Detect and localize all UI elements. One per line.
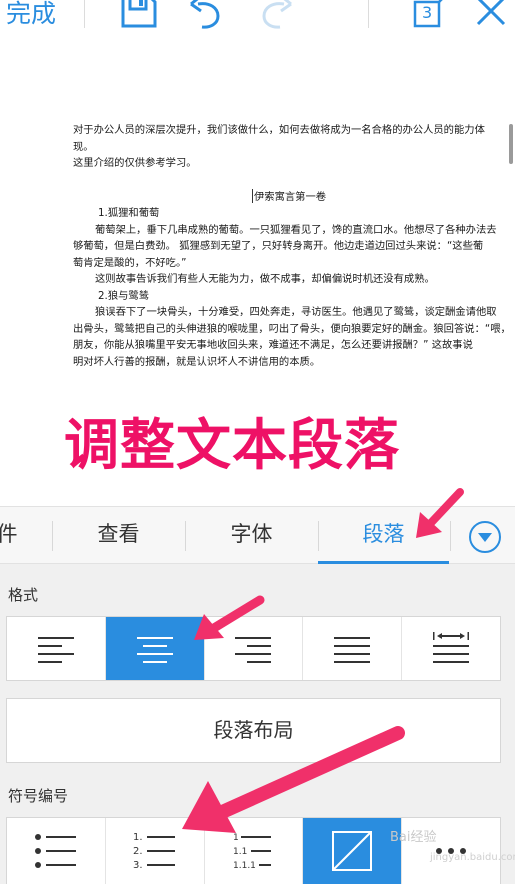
align-justify-icon (334, 636, 371, 663)
numbering-section-label: 符号编号 (8, 787, 69, 805)
multilevel-list-icon: 1 1.1 1.1.1 (233, 833, 272, 871)
align-left-icon (37, 636, 74, 663)
bullet-list-button[interactable] (7, 818, 106, 884)
doc-line: 葡萄架上，垂下几串成熟的葡萄。一只狐狸看见了，馋的直流口水。他想尽了各种办法去 (95, 223, 497, 236)
align-right-icon (235, 636, 272, 663)
done-button[interactable]: 完成 (6, 0, 56, 30)
redo-icon[interactable] (258, 0, 294, 34)
watermark-url: jingyan.baidu.com (430, 852, 515, 863)
save-icon[interactable] (119, 0, 159, 28)
tutorial-caption: 调整文本段落 (64, 413, 401, 477)
align-center-button[interactable] (105, 617, 205, 680)
align-distributed-icon (433, 631, 470, 663)
align-justify-button[interactable] (303, 617, 403, 680)
svg-text:1.1.1: 1.1.1 (233, 861, 256, 871)
paragraph-panel: 格式 段落布局 符号编号 1. 2. 3. 1 1.1 1.1.1 (0, 564, 515, 884)
page-count-label: 3 (422, 3, 433, 22)
doc-line: 对于办公人员的深层次提升，我们该做什么，如何去做将成为一名合格的办公人员的能力体 (73, 124, 485, 136)
svg-text:1: 1 (233, 833, 239, 843)
toolbar-divider (368, 0, 369, 28)
align-right-button[interactable] (205, 617, 304, 680)
document-body[interactable]: 对于办公人员的深层次提升，我们该做什么，如何去做将成为一名合格的办公人员的能力体… (73, 122, 515, 172)
ribbon-tabbar: 件 查看 字体 段落 (0, 506, 515, 564)
tab-font[interactable]: 字体 (186, 507, 317, 564)
align-center-icon (136, 636, 173, 663)
bullet-list-icon (34, 834, 76, 868)
doc-line: 这里介绍的仅供参考学习。 (73, 157, 197, 169)
close-icon[interactable] (474, 0, 508, 28)
undo-icon[interactable] (188, 0, 224, 34)
doc-line: 狼误吞下了一块骨头，十分难受，四处奔走，寻访医生。他遇见了鹭鸶，谈定酬金请他取 (95, 306, 497, 318)
doc-line: 萄肯定是酸的，不好吃。” (73, 256, 187, 269)
multilevel-list-button[interactable]: 1 1.1 1.1.1 (205, 818, 304, 884)
tab-view[interactable]: 查看 (53, 507, 184, 564)
story-heading: 2.狼与鹭鸶 (98, 289, 150, 302)
numbered-list-icon: 1. 2. 3. (133, 832, 175, 871)
numbered-list-button[interactable]: 1. 2. 3. (106, 818, 205, 884)
svg-text:1.1: 1.1 (233, 847, 247, 857)
doc-line: 现。 (73, 140, 94, 153)
no-numbering-button[interactable] (303, 818, 403, 884)
top-toolbar: 完成 3 (0, 0, 515, 42)
doc-line: 明对坏人行善的报酬，就是认识坏人不讲信用的本质。 (73, 355, 321, 368)
page-count-icon[interactable]: 3 (412, 0, 448, 30)
svg-text:2.: 2. (133, 846, 143, 857)
ribbon-collapse-button[interactable] (469, 521, 501, 553)
svg-text:1.: 1. (133, 832, 143, 843)
alignment-button-row (6, 616, 501, 681)
tab-divider (450, 521, 451, 551)
doc-line: 出骨头，鹭鸶把自己的头伸进狼的喉咙里，叼出了骨头，便向狼要定好的酬金。狼回答说：… (73, 322, 511, 335)
doc-line: 够葡萄，但是白费劲。 狐狸感到无望了，只好转身离开。他边走道边回过头来说：“这些… (73, 240, 484, 252)
story1[interactable]: 1.狐狸和葡萄 葡萄架上，垂下几串成熟的葡萄。一只狐狸看见了，馋的直流口水。他想… (73, 205, 515, 370)
toolbar-divider (84, 0, 85, 28)
chevron-down-icon (478, 533, 492, 542)
svg-text:3.: 3. (133, 860, 143, 871)
doc-title: 伊索寓言第一卷 (254, 191, 327, 203)
no-numbering-icon (332, 831, 373, 871)
align-left-button[interactable] (7, 617, 106, 680)
story-heading: 1.狐狸和葡萄 (98, 207, 160, 219)
align-distributed-button[interactable] (402, 617, 500, 680)
format-section-label: 格式 (8, 586, 39, 604)
doc-line: 这则故事告诉我们有些人无能为力，做不成事，却偏偏说时机还没有成熟。 (95, 273, 435, 285)
tab-paragraph[interactable]: 段落 (318, 507, 449, 564)
watermark: Bai经验 (390, 830, 437, 845)
paragraph-layout-button[interactable]: 段落布局 (6, 698, 501, 763)
doc-line: 朋友，你能从狼嘴里平安无事地收回头来，难道还不满足，怎么还要讲报酬？” 这故事说 (73, 339, 473, 351)
tab-file[interactable]: 件 (0, 507, 22, 564)
text-cursor (252, 189, 253, 203)
